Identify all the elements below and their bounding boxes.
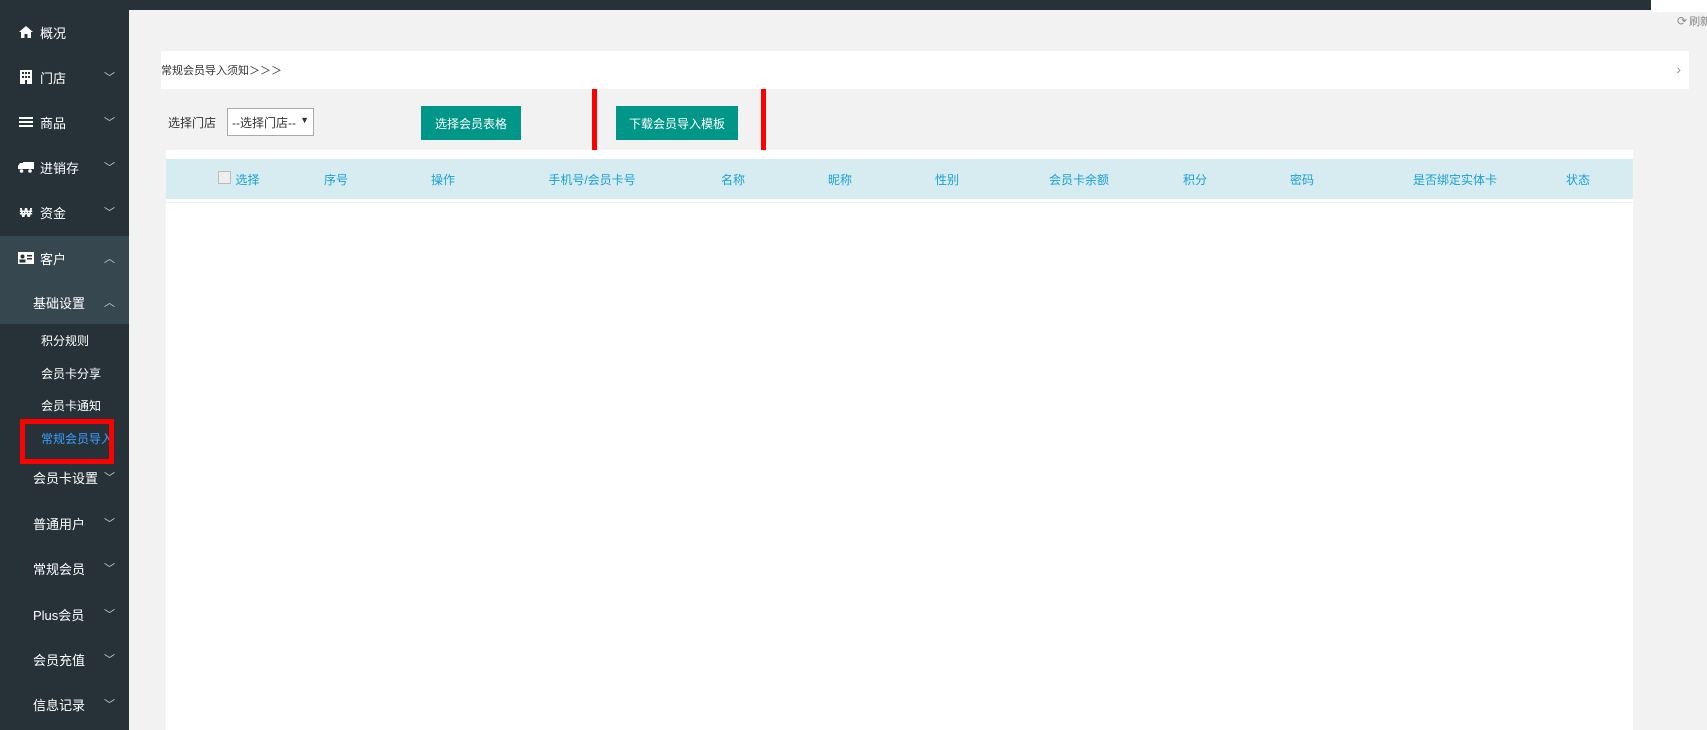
table-divider — [166, 202, 1633, 203]
sidebar-item-goods[interactable]: 商品 ﹀ — [0, 100, 129, 144]
chevron-down-icon: ﹀ — [104, 654, 115, 666]
sidebar-group-info-records[interactable]: 信息记录 ﹀ — [0, 682, 129, 726]
sidebar-group-member-recharge[interactable]: 会员充值 ﹀ — [0, 637, 129, 681]
column-bind-card: 是否绑定实体卡 — [1412, 172, 1497, 187]
chevron-up-icon: ︿ — [104, 297, 115, 309]
sidebar-group-regular-members[interactable]: 常规会员 ﹀ — [0, 546, 129, 590]
refresh-icon: ⟳ — [1677, 14, 1688, 28]
table-header: 选择 序号 操作 手机号/会员卡号 名称 昵称 性别 会员卡余额 积分 密码 是… — [166, 159, 1633, 199]
select-all-checkbox[interactable] — [218, 170, 232, 184]
id-card-icon — [18, 251, 34, 265]
sidebar-submenu-basic-settings[interactable]: 基础设置 ︿ — [0, 280, 129, 324]
chevron-down-icon: ﹀ — [104, 518, 115, 530]
home-icon — [18, 25, 34, 39]
top-bar-edge — [1651, 0, 1707, 12]
sidebar-group-plus-members[interactable]: Plus会员 ﹀ — [0, 592, 129, 636]
sidebar-item-store[interactable]: 门店 ﹀ — [0, 55, 129, 99]
select-member-table-button[interactable]: 选择会员表格 — [421, 106, 521, 140]
store-select[interactable]: --选择门店-- ▼ — [227, 108, 314, 136]
chevron-right-icon: › — [1676, 61, 1681, 77]
column-gender: 性别 — [934, 172, 959, 187]
download-template-button[interactable]: 下载会员导入模板 — [616, 106, 738, 140]
dropdown-arrow-icon: ▼ — [300, 115, 309, 125]
truck-icon — [18, 160, 34, 174]
sidebar-item-customer[interactable]: 客户 ︿ — [0, 236, 129, 280]
column-action: 操作 — [430, 172, 455, 187]
sidebar-item-inventory[interactable]: 进销存 ﹀ — [0, 145, 129, 189]
column-select: 选择 — [204, 159, 274, 199]
chevron-down-icon: ﹀ — [104, 207, 115, 219]
sidebar-item-funds[interactable]: ₩ 资金 ﹀ — [0, 190, 129, 234]
column-index: 序号 — [323, 172, 348, 187]
import-notice-bar[interactable]: 常规会员导入须知＞＞＞ › — [161, 51, 1689, 89]
chevron-down-icon: ﹀ — [104, 117, 115, 129]
column-points: 积分 — [1182, 172, 1207, 187]
column-card-balance: 会员卡余额 — [1048, 172, 1109, 187]
column-phone: 手机号/会员卡号 — [548, 172, 636, 187]
sidebar-group-normal-users[interactable]: 普通用户 ﹀ — [0, 501, 129, 545]
chevron-up-icon: ︿ — [104, 253, 115, 265]
chevron-down-icon: ﹀ — [104, 699, 115, 711]
highlight-box-sidebar — [20, 419, 114, 464]
top-bar — [0, 0, 1707, 12]
list-icon — [18, 115, 34, 129]
store-select-label: 选择门店 — [168, 116, 217, 130]
chevron-down-icon: ﹀ — [104, 563, 115, 575]
chevron-down-icon: ﹀ — [104, 72, 115, 84]
member-import-table: 选择 序号 操作 手机号/会员卡号 名称 昵称 性别 会员卡余额 积分 密码 是… — [166, 150, 1633, 730]
chevron-down-icon: ﹀ — [104, 609, 115, 621]
column-nickname: 昵称 — [827, 172, 852, 187]
refresh-button[interactable]: ⟳ 刷新 — [1677, 13, 1707, 29]
sidebar-item-overview[interactable]: 概况 — [0, 10, 129, 54]
sidebar-item-points-rules[interactable]: 积分规则 — [0, 324, 129, 356]
won-icon: ₩ — [19, 204, 33, 220]
sidebar: 概况 门店 ﹀ 商品 ﹀ 进销存 ﹀ ₩ 资金 ﹀ 客户 ︿ 基础设置 ︿ 积分… — [0, 0, 129, 730]
chevron-down-icon: ﹀ — [104, 472, 115, 484]
sidebar-item-card-share[interactable]: 会员卡分享 — [0, 357, 129, 389]
column-password: 密码 — [1289, 172, 1314, 187]
column-name: 名称 — [720, 172, 745, 187]
building-icon — [18, 70, 34, 84]
chevron-down-icon: ﹀ — [104, 162, 115, 174]
sidebar-item-card-notice[interactable]: 会员卡通知 — [0, 389, 129, 421]
column-status: 状态 — [1565, 172, 1590, 187]
